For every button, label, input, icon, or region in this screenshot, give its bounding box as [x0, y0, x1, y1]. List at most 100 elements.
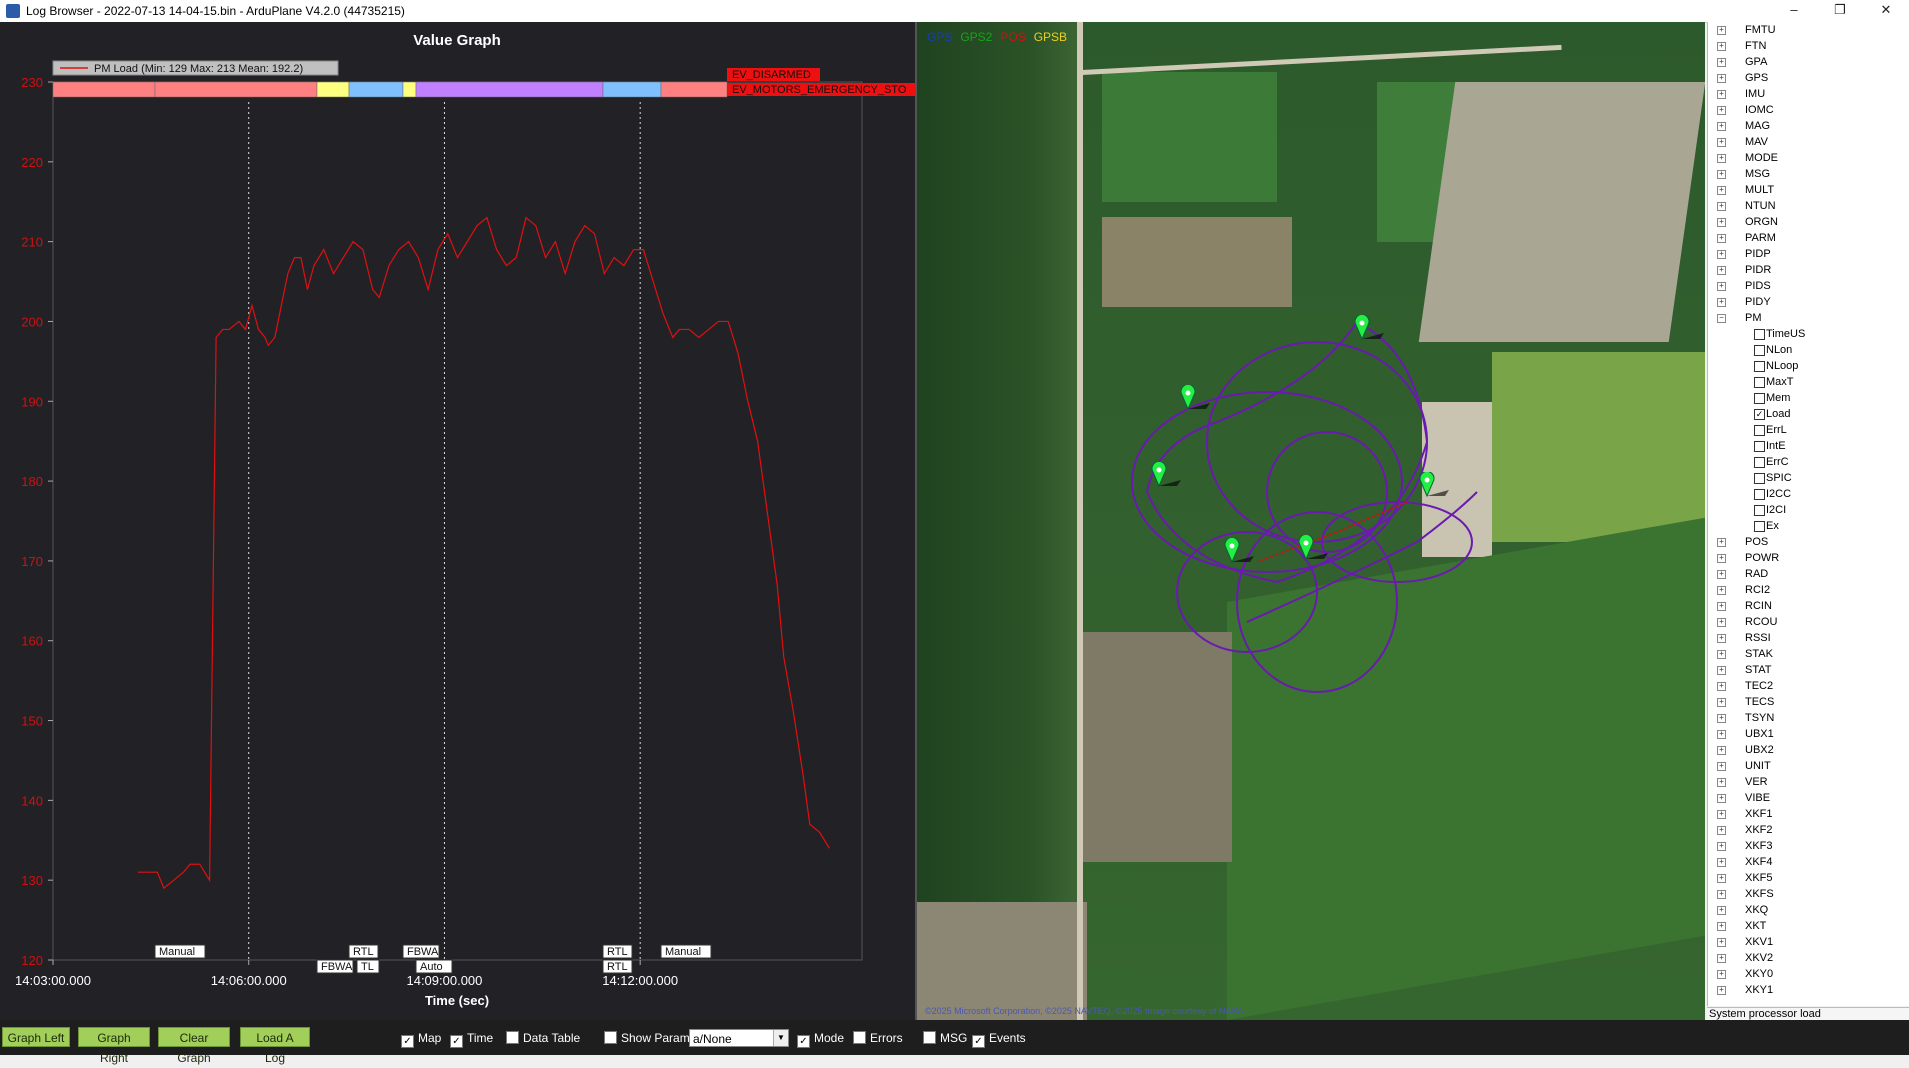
expand-icon[interactable]: + [1717, 554, 1726, 563]
field-checkbox[interactable] [1754, 425, 1765, 436]
expand-icon[interactable]: + [1717, 26, 1726, 35]
load-a-log-button[interactable]: Load A Log [240, 1027, 310, 1065]
expand-icon[interactable]: + [1717, 202, 1726, 211]
expand-icon[interactable]: + [1717, 106, 1726, 115]
expand-icon[interactable]: + [1717, 298, 1726, 307]
expand-icon[interactable]: + [1717, 826, 1726, 835]
checkbox-box[interactable] [923, 1031, 936, 1044]
errors-checkbox[interactable]: Errors [853, 1031, 903, 1045]
field-checkbox[interactable] [1754, 329, 1765, 340]
expand-icon[interactable]: + [1717, 842, 1726, 851]
checkbox-box[interactable] [506, 1031, 519, 1044]
field-checkbox[interactable] [1754, 457, 1765, 468]
expand-icon[interactable]: + [1717, 218, 1726, 227]
expand-icon[interactable]: + [1717, 602, 1726, 611]
expand-icon[interactable]: + [1717, 810, 1726, 819]
checkbox-box[interactable]: ✓ [450, 1035, 463, 1048]
expand-icon[interactable]: + [1717, 234, 1726, 243]
mode-segment [154, 81, 318, 98]
field-checkbox[interactable] [1754, 393, 1765, 404]
expand-icon[interactable]: + [1717, 650, 1726, 659]
expand-icon[interactable]: + [1717, 954, 1726, 963]
chevron-down-icon[interactable]: ▼ [773, 1030, 788, 1046]
expand-icon[interactable]: + [1717, 874, 1726, 883]
expand-icon[interactable]: + [1717, 698, 1726, 707]
expand-icon[interactable]: + [1717, 90, 1726, 99]
map-marker-icon[interactable] [1224, 536, 1254, 564]
close-button[interactable]: ✕ [1863, 0, 1909, 22]
expand-icon[interactable]: + [1717, 746, 1726, 755]
minimize-button[interactable]: – [1771, 0, 1817, 22]
checkbox-box[interactable]: ✓ [401, 1035, 414, 1048]
message-type-combo[interactable]: a/None ▼ [689, 1029, 789, 1047]
checkbox-box[interactable]: ✓ [797, 1035, 810, 1048]
map-legend-gps2: GPS2 [960, 30, 993, 44]
expand-icon[interactable]: + [1717, 586, 1726, 595]
expand-icon[interactable]: + [1717, 986, 1726, 995]
map-marker-icon[interactable] [1298, 533, 1328, 561]
expand-icon[interactable]: + [1717, 938, 1726, 947]
expand-icon[interactable]: + [1717, 762, 1726, 771]
expand-icon[interactable]: + [1717, 922, 1726, 931]
expand-icon[interactable]: + [1717, 634, 1726, 643]
expand-icon[interactable]: + [1717, 74, 1726, 83]
expand-icon[interactable]: + [1717, 138, 1726, 147]
field-checkbox[interactable] [1754, 361, 1765, 372]
expand-icon[interactable]: + [1717, 666, 1726, 675]
expand-icon[interactable]: + [1717, 186, 1726, 195]
expand-icon[interactable]: + [1717, 794, 1726, 803]
expand-icon[interactable]: + [1717, 170, 1726, 179]
expand-icon[interactable]: + [1717, 250, 1726, 259]
time-checkbox[interactable]: ✓ Time [450, 1031, 493, 1048]
field-checkbox[interactable] [1754, 489, 1765, 500]
tree-item-label: TECS [1745, 696, 1775, 708]
value-graph-chart[interactable]: Value Graph PM Load (Min: 129 Max: 213 M… [0, 22, 915, 1020]
data-table-checkbox[interactable]: Data Table [506, 1031, 580, 1045]
expand-icon[interactable]: + [1717, 122, 1726, 131]
graph-left-button[interactable]: Graph Left [2, 1027, 70, 1047]
field-checkbox[interactable]: ✓ [1754, 409, 1765, 420]
expand-icon[interactable]: + [1717, 42, 1726, 51]
expand-icon[interactable]: + [1717, 890, 1726, 899]
checkbox-box[interactable]: ✓ [972, 1035, 985, 1048]
expand-icon[interactable]: + [1717, 538, 1726, 547]
expand-icon[interactable]: + [1717, 682, 1726, 691]
expand-icon[interactable]: + [1717, 714, 1726, 723]
mode-checkbox[interactable]: ✓ Mode [797, 1031, 844, 1048]
expand-icon[interactable]: + [1717, 906, 1726, 915]
field-checkbox[interactable] [1754, 441, 1765, 452]
expand-icon[interactable]: + [1717, 154, 1726, 163]
value-graph-panel[interactable]: Value Graph PM Load (Min: 129 Max: 213 M… [0, 22, 917, 1020]
map-marker-icon[interactable] [1354, 313, 1384, 341]
map-checkbox[interactable]: ✓ Map [401, 1031, 441, 1048]
expand-icon[interactable]: + [1717, 618, 1726, 627]
graph-right-button[interactable]: Graph Right [78, 1027, 150, 1065]
expand-icon[interactable]: + [1717, 730, 1726, 739]
map-marker-icon[interactable] [1180, 383, 1210, 411]
field-checkbox[interactable] [1754, 505, 1765, 516]
expand-icon[interactable]: + [1717, 778, 1726, 787]
expand-icon[interactable]: + [1717, 266, 1726, 275]
events-checkbox[interactable]: ✓ Events [972, 1031, 1026, 1048]
tree-item-label: XKF3 [1745, 840, 1773, 852]
field-checkbox[interactable] [1754, 521, 1765, 532]
clear-graph-button[interactable]: Clear Graph [158, 1027, 230, 1065]
expand-icon[interactable]: + [1717, 282, 1726, 291]
log-message-tree[interactable]: + FMTU + FTN + GPA + GPS + IMU + IOMC + MAG + MAV + MODE +… [1707, 22, 1909, 1006]
field-checkbox[interactable] [1754, 473, 1765, 484]
msg-checkbox[interactable]: MSG [923, 1031, 967, 1045]
map-marker-icon[interactable] [1151, 460, 1181, 488]
map-marker-icon[interactable] [1419, 470, 1449, 498]
expand-icon[interactable]: + [1717, 570, 1726, 579]
checkbox-box[interactable] [604, 1031, 617, 1044]
expand-icon[interactable]: + [1717, 970, 1726, 979]
maximize-button[interactable]: ❐ [1817, 0, 1863, 22]
expand-icon[interactable]: + [1717, 858, 1726, 867]
checkbox-box[interactable] [853, 1031, 866, 1044]
field-checkbox[interactable] [1754, 345, 1765, 356]
expand-icon[interactable]: − [1717, 314, 1726, 323]
expand-icon[interactable]: + [1717, 58, 1726, 67]
show-params-checkbox[interactable]: Show Params [604, 1031, 696, 1045]
map-panel[interactable]: GPS GPS2 POS GPSB ©2025 Microsoft Corporati… [917, 22, 1705, 1020]
field-checkbox[interactable] [1754, 377, 1765, 388]
